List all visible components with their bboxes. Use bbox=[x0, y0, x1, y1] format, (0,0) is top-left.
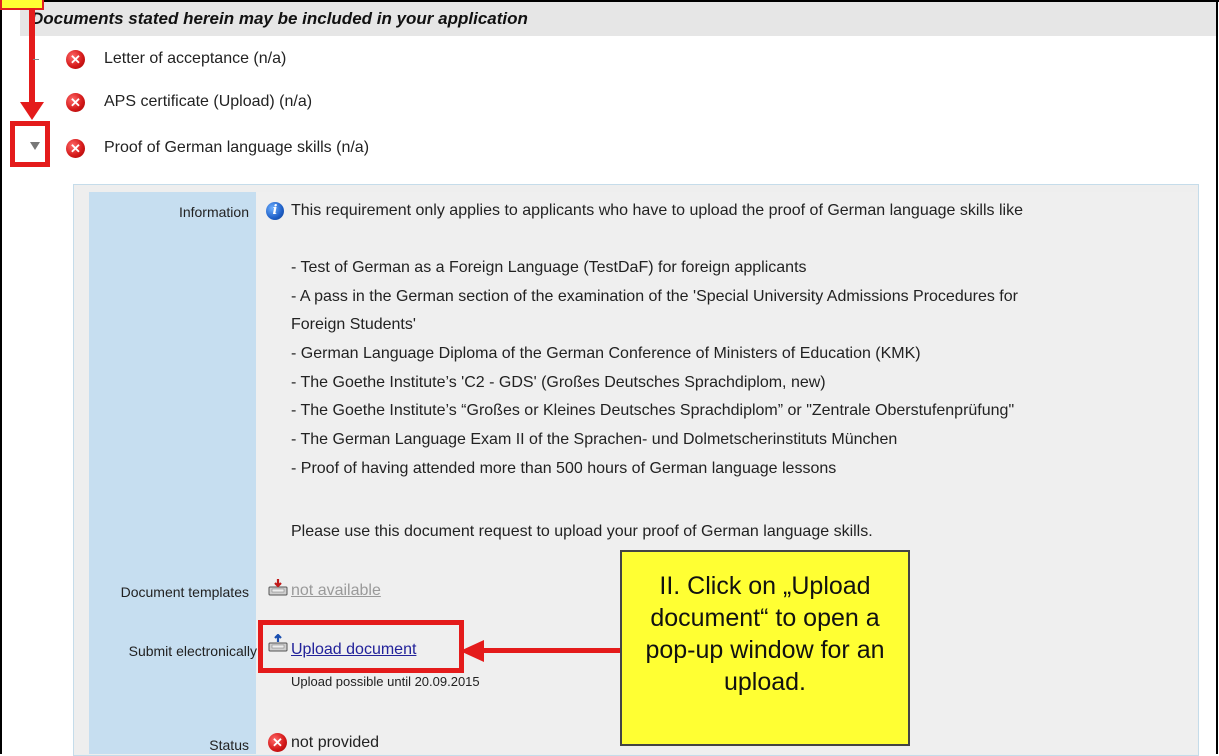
templates-label: Document templates bbox=[120, 584, 249, 600]
error-x-icon: ✕ bbox=[66, 93, 85, 112]
information-item: - Test of German as a Foreign Language (… bbox=[291, 259, 807, 276]
information-item: Foreign Students' bbox=[291, 316, 416, 333]
status-label: Status bbox=[209, 737, 249, 753]
error-x-icon: ✕ bbox=[268, 733, 287, 752]
requirement-row[interactable]: ✕ APS certificate (Upload) (n/a) bbox=[0, 87, 600, 117]
requirement-label: APS certificate (Upload) (n/a) bbox=[104, 93, 313, 110]
callout-tab bbox=[0, 0, 44, 10]
requirement-row[interactable]: ✕ Letter of acceptance (n/a) bbox=[0, 44, 600, 74]
requirement-label: Proof of German language skills (n/a) bbox=[104, 139, 370, 156]
collapse-triangle-icon[interactable] bbox=[30, 142, 40, 150]
info-icon: i bbox=[266, 202, 284, 220]
requirement-row-expanded[interactable]: ✕ Proof of German language skills (n/a) bbox=[0, 133, 600, 163]
callout-arrow-line bbox=[482, 648, 620, 653]
section-header: Documents stated herein may be included … bbox=[20, 2, 1216, 36]
requirement-label: Letter of acceptance (n/a) bbox=[104, 50, 287, 67]
status-value: not provided bbox=[291, 734, 380, 751]
information-item: - The German Language Exam II of the Spr… bbox=[291, 431, 898, 448]
section-header-text: Documents stated herein may be included … bbox=[31, 9, 528, 28]
error-x-icon: ✕ bbox=[66, 50, 85, 69]
information-item: - German Language Diploma of the German … bbox=[291, 345, 921, 362]
frame-right bbox=[1216, 0, 1218, 754]
submit-label: Submit electronically bbox=[128, 643, 257, 659]
callout-arrow-head bbox=[460, 640, 484, 662]
information-label: Information bbox=[178, 204, 249, 220]
information-item: - The Goethe Institute’s 'C2 - GDS' (Gro… bbox=[291, 374, 826, 391]
upload-highlight bbox=[258, 620, 464, 673]
information-item: - Proof of having attended more than 500… bbox=[291, 460, 837, 477]
information-footer: Please use this document request to uplo… bbox=[291, 523, 873, 540]
download-tray-icon bbox=[268, 579, 288, 596]
templates-link[interactable]: not available bbox=[291, 582, 381, 599]
details-label-column bbox=[89, 192, 256, 754]
error-x-icon: ✕ bbox=[66, 139, 85, 158]
information-item: - A pass in the German section of the ex… bbox=[291, 288, 1018, 305]
dash bbox=[33, 59, 39, 60]
information-intro: This requirement only applies to applica… bbox=[291, 202, 1023, 219]
information-item: - The Goethe Institute’s “Großes or Klei… bbox=[291, 402, 1015, 419]
templates-value[interactable]: not available bbox=[291, 582, 381, 600]
instruction-callout: II. Click on „Upload document“ to open a… bbox=[620, 550, 910, 746]
upload-deadline: Upload possible until 20.09.2015 bbox=[291, 674, 480, 689]
